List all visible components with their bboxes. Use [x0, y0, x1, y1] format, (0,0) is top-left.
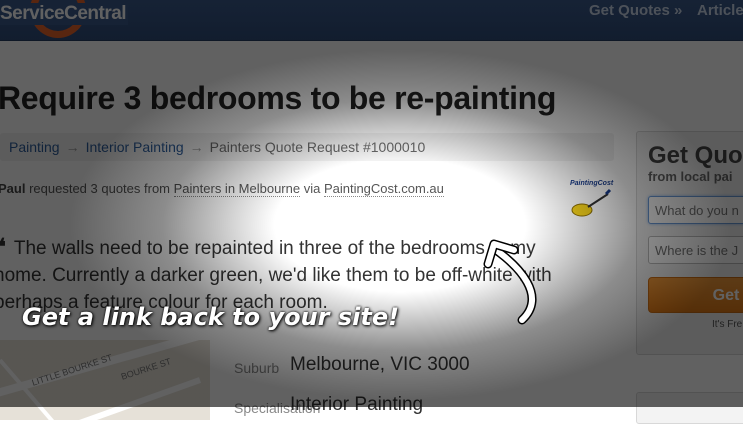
page-title: Require 3 bedrooms to be re-painting [0, 80, 557, 116]
quote-sidebar: Get Quot from local pai Get It's Fre [636, 131, 743, 355]
location-map[interactable]: LITTLE BOURKE ST BOURKE ST [0, 340, 210, 420]
breadcrumb-painting[interactable]: Painting [9, 139, 60, 155]
suburb-value: Melbourne, VIC 3000 [290, 354, 470, 375]
breadcrumb-arrow-icon: → [65, 139, 80, 155]
paint-roller-icon [571, 188, 612, 217]
site-logo[interactable]: ServiceCentral [0, 3, 129, 25]
sidebar-subheading: from local pai [648, 169, 733, 184]
job-description-input[interactable] [648, 196, 743, 224]
breadcrumb-arrow-icon: → [189, 139, 204, 155]
sidebar-secondary-panel [636, 392, 743, 424]
suburb-label: Suburb [234, 360, 280, 376]
callout-arrow-icon [483, 239, 537, 325]
breadcrumb: Painting → Interior Painting → Painters Quot… [0, 133, 614, 161]
requester-name: Paul [0, 181, 26, 196]
callout-text: Get a link back to your site! [22, 303, 400, 331]
request-description-text: The walls need to be repainted in three … [0, 238, 552, 313]
nav-get-quotes[interactable]: Get Quotes » [589, 0, 682, 22]
job-location-input[interactable] [648, 236, 743, 264]
request-text-via: via [300, 181, 324, 196]
paintingcost-logo[interactable]: PaintingCost [568, 180, 614, 220]
source-site-link[interactable]: PaintingCost.com.au [323, 181, 444, 197]
sidebar-heading: Get Quot [648, 142, 743, 169]
quote-mark-icon: ❝ [0, 234, 6, 259]
breadcrumb-current: Painters Quote Request #1000010 [209, 139, 426, 155]
request-text: requested 3 quotes from [25, 181, 174, 196]
painters-link[interactable]: Painters in Melbourne [173, 181, 301, 197]
request-summary: Paul requested 3 quotes from Painters in… [0, 181, 444, 197]
nav-articles[interactable]: Article [697, 0, 743, 22]
get-quotes-button[interactable]: Get [648, 277, 743, 313]
free-note: It's Fre [712, 319, 743, 330]
top-nav-bar: ServiceCentral Get Quotes » Article [0, 0, 743, 41]
specialisation-value: Interior Painting [290, 394, 424, 415]
breadcrumb-interior-painting[interactable]: Interior Painting [86, 139, 184, 155]
